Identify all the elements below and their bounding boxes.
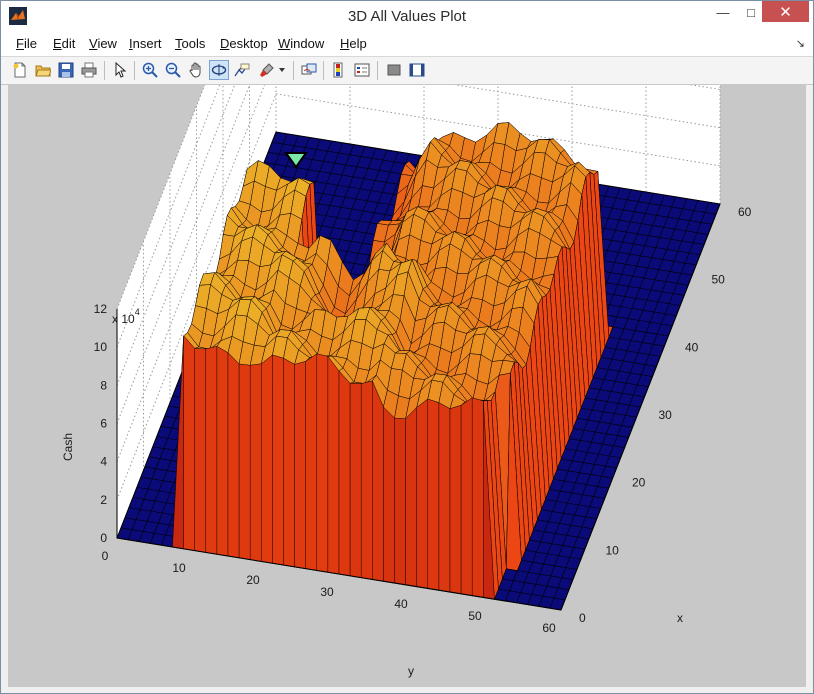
data-cursor-icon[interactable]	[232, 60, 252, 80]
toolbar-separator	[293, 61, 294, 80]
y-tick-label: 40	[394, 597, 408, 611]
surface-wall	[372, 380, 384, 582]
surface-wall	[338, 370, 351, 577]
menu-desktop[interactable]: Desktop	[220, 36, 268, 51]
surface-wall	[438, 402, 451, 593]
z-axis-label: Cash	[61, 433, 75, 461]
x-tick-label: 40	[685, 340, 699, 354]
menu-file[interactable]: File	[16, 36, 37, 51]
menu-insert[interactable]: Insert	[129, 36, 162, 51]
surface-wall	[227, 352, 240, 559]
surface-wall	[460, 397, 473, 596]
figure-toolbar	[1, 57, 813, 85]
minimize-button[interactable]: —	[708, 1, 738, 23]
surface-wall	[327, 355, 340, 575]
title-bar[interactable]: 3D All Values Plot — □ ✕	[1, 1, 813, 32]
y-tick-label: 10	[172, 561, 186, 575]
surface-wall	[249, 363, 262, 562]
dock-arrow-icon[interactable]: ↘	[796, 37, 805, 50]
pan-hand-icon[interactable]	[186, 60, 206, 80]
print-icon[interactable]	[79, 60, 99, 80]
y-axis-label: y	[408, 664, 414, 678]
x-tick-label: 30	[659, 408, 673, 422]
surface-wall	[238, 363, 251, 560]
menu-bar: File Edit View Insert Tools Desktop Wind…	[1, 32, 813, 57]
menu-view[interactable]: View	[89, 36, 117, 51]
z-tick-label: 12	[94, 302, 108, 316]
window-title: 3D All Values Plot	[347, 8, 467, 25]
brush-icon[interactable]	[257, 60, 277, 80]
y-tick-label: 0	[102, 549, 109, 563]
surface-plot[interactable]: 0 2 4 6 8 10 12 0 10 20 30 40 50 60 0 10 20 30 40 50 60 Cash…	[8, 85, 806, 687]
colorbar-icon[interactable]	[329, 60, 349, 80]
toolbar-separator	[104, 61, 105, 80]
surface-wall	[283, 357, 295, 568]
surface-wall	[316, 353, 329, 573]
z-tick-label: 0	[100, 531, 107, 545]
surface-wall	[449, 405, 462, 595]
surface-wall	[194, 348, 207, 553]
z-tick-label: 8	[100, 378, 107, 392]
y-tick-label: 30	[320, 585, 334, 599]
toolbar-separator	[377, 61, 378, 80]
y-tick-label: 60	[542, 621, 556, 635]
x-tick-label: 50	[712, 273, 726, 287]
brush-dropdown-icon[interactable]	[277, 60, 287, 80]
close-button[interactable]: ✕	[762, 1, 809, 22]
new-figure-icon[interactable]	[10, 60, 30, 80]
toolbar-separator	[134, 61, 135, 80]
toolbar-separator	[323, 61, 324, 80]
menu-window[interactable]: Window	[278, 36, 324, 51]
surface-wall	[261, 354, 273, 564]
hide-plot-tools-icon[interactable]	[384, 60, 404, 80]
zoom-in-icon[interactable]	[140, 60, 160, 80]
pointer-icon[interactable]	[110, 60, 130, 80]
legend-icon[interactable]	[352, 60, 372, 80]
surface-wall	[272, 354, 284, 566]
x-tick-label: 10	[606, 543, 620, 557]
surface-wall	[405, 407, 417, 587]
figure-window: 3D All Values Plot — □ ✕ File Edit View …	[0, 0, 814, 694]
save-icon[interactable]	[56, 60, 76, 80]
surface-wall	[305, 353, 317, 571]
surface-wall	[294, 361, 306, 569]
show-plot-tools-icon[interactable]	[407, 60, 427, 80]
surface-wall	[183, 335, 195, 551]
z-tick-label: 10	[94, 340, 108, 354]
zoom-out-icon[interactable]	[163, 60, 183, 80]
x-tick-label: 20	[632, 476, 646, 490]
x-tick-label: 60	[738, 205, 752, 219]
surface-wall	[205, 346, 218, 555]
z-tick-label: 6	[100, 417, 107, 431]
figure-canvas[interactable]: 0 2 4 6 8 10 12 0 10 20 30 40 50 60 0 10 20 30 40 50 60 Cash…	[8, 85, 806, 687]
link-plot-icon[interactable]	[299, 60, 319, 80]
surface-wall	[472, 397, 484, 598]
surface-wall	[216, 345, 229, 557]
menu-tools[interactable]: Tools	[175, 36, 205, 51]
open-file-icon[interactable]	[33, 60, 53, 80]
menu-help[interactable]: Help	[340, 36, 367, 51]
surface-wall	[361, 380, 373, 580]
menu-edit[interactable]: Edit	[53, 36, 75, 51]
surface-wall	[427, 398, 440, 591]
surface-wall	[383, 406, 395, 584]
y-tick-label: 50	[468, 609, 482, 623]
z-tick-label: 2	[100, 493, 107, 507]
surface-wall	[349, 383, 362, 578]
y-tick-label: 20	[246, 573, 260, 587]
rotate-3d-icon[interactable]	[209, 60, 229, 80]
x-axis-label: x	[677, 611, 683, 625]
x-tick-label: 0	[579, 611, 586, 625]
surface-wall	[394, 417, 406, 586]
z-tick-label: 4	[100, 455, 107, 469]
surface-wall	[416, 398, 428, 589]
